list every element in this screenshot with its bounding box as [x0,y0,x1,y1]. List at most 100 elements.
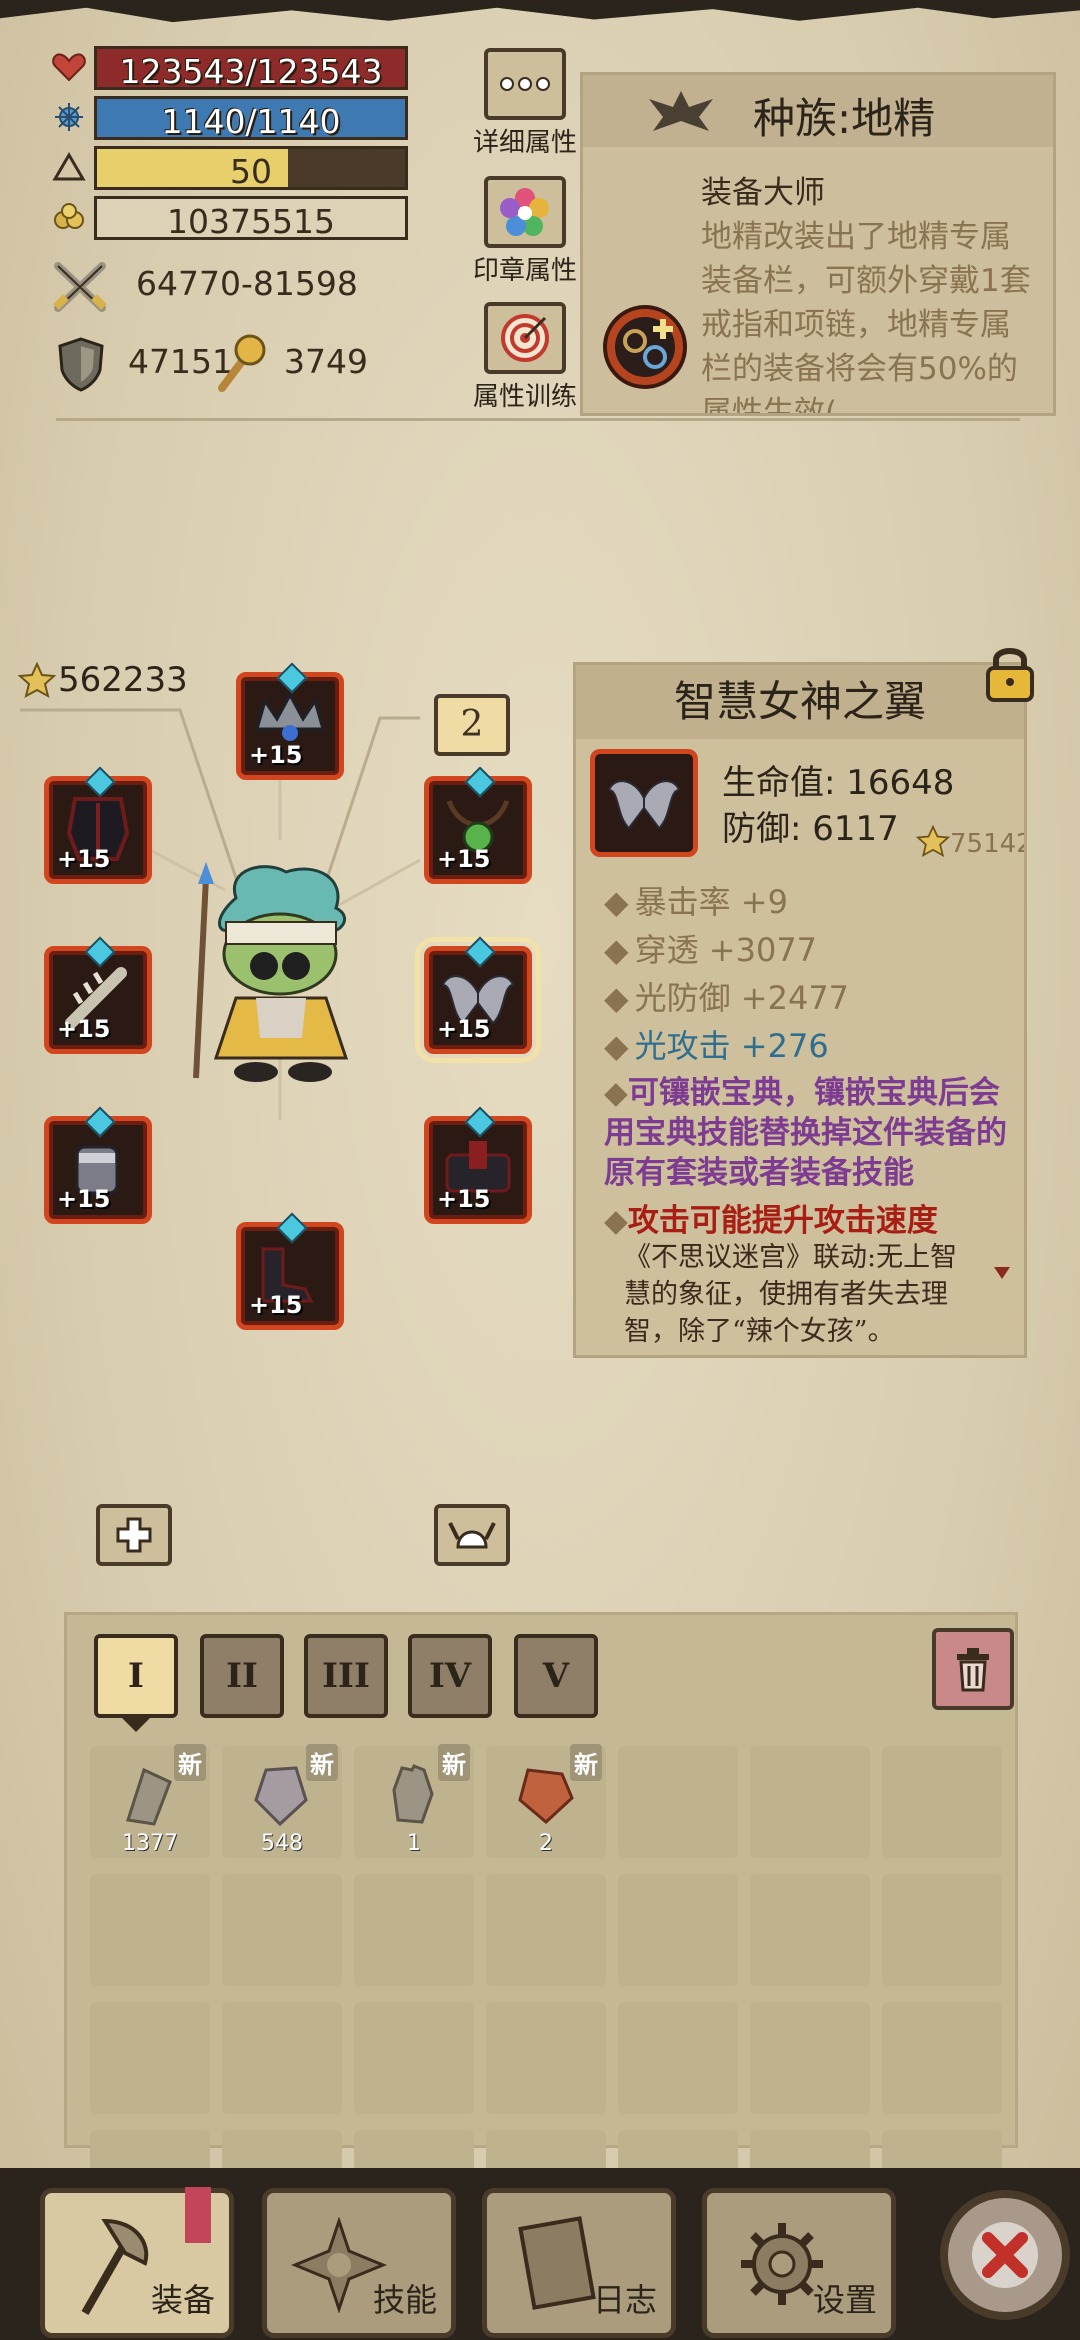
shield-icon [58,337,104,392]
gold-icon [54,203,84,229]
section-divider [56,418,1020,421]
belt-slot[interactable]: +15 [424,1106,532,1224]
mp-row: 1140/1140 [52,96,408,141]
inventory-tab-3[interactable]: III [304,1634,388,1718]
item-count: 1377 [122,1831,178,1856]
inventory-empty-cell[interactable] [750,2002,870,2114]
weapon-enhance-level: +15 [57,1015,111,1043]
boots-slot[interactable]: +15 [236,1212,344,1330]
armor-enhance-level: +15 [57,845,111,873]
cloak-slot-selected[interactable]: +15 [415,936,541,1063]
equipment-page-button[interactable]: 2 [434,694,510,756]
inventory-item-1[interactable]: 新 1377 [90,1744,210,1858]
inventory-tab-5[interactable]: V [514,1634,598,1718]
nav-log-button[interactable]: 日志 [482,2188,676,2338]
inventory-empty-cell[interactable] [222,1874,342,1986]
item-score: 75142 [950,829,1027,859]
detail-attributes-button[interactable]: 详细属性 [460,48,590,159]
gold-bar: 10375515 [94,196,408,241]
inventory-empty-cell[interactable] [90,2002,210,2114]
necklace-slot[interactable]: +15 [424,766,532,884]
hp-row: 123543/123543 [52,46,408,91]
hp-bar: 123543/123543 [94,46,408,91]
armor-slot[interactable]: +15 [44,766,152,884]
item-count: 2 [539,1831,553,1856]
inventory-tab-4[interactable]: IV [408,1634,492,1718]
attribute-training-label: 属性训练 [472,382,577,412]
seal-attributes-button[interactable]: 印章属性 [460,176,590,287]
viking-helmet-button[interactable] [434,1504,510,1566]
magic-value: 3749 [284,342,368,381]
item-score-star-icon [916,825,950,857]
nav-equip-button[interactable]: 装备 [40,2187,234,2338]
inventory-empty-cell[interactable] [618,2002,738,2114]
inventory-empty-cell[interactable] [486,1874,606,1986]
nav-equip-label: 装备 [150,2281,215,2319]
item-attribute-text: 暴击率 +9 [634,883,788,921]
item-icon-frame [590,749,698,857]
delete-button[interactable] [932,1628,1014,1710]
helmet-enhance-level: +15 [249,741,303,769]
more-dots-icon [500,77,550,91]
item-attribute: ◆ 光攻击 +276 [604,1021,829,1067]
bullet-icon: ◆ [604,1027,629,1065]
item-special-effect: ◆攻击可能提升攻击速度 [604,1203,938,1239]
item-attribute-text: 穿透 +3077 [634,931,818,969]
mana-icon [55,103,83,131]
crossed-swords-icon [53,262,107,312]
nav-skill-button[interactable]: 技能 [262,2188,456,2338]
item-info-panel: 智慧女神之翼 生命值: 16648 防御: 6117 75142 ◆ 暴击率 +9… [573,662,1027,1358]
inventory-item-2[interactable]: 新 548 [222,1744,342,1858]
inventory-empty-cell[interactable] [882,1746,1002,1858]
inventory-empty-cell[interactable] [354,2002,474,2114]
inventory-empty-cell[interactable] [618,1874,738,1986]
inventory-empty-cell[interactable] [618,1746,738,1858]
inventory-empty-cell[interactable] [750,1746,870,1858]
axe-icon [81,2218,149,2315]
game-screen: 123543/123543 1140/1140 50 10375515 6477… [0,0,1080,2340]
target-icon [501,314,549,362]
inventory-empty-cell[interactable] [882,1874,1002,1986]
add-equipment-button[interactable] [96,1504,172,1566]
bullet-icon: ◆ [604,883,629,921]
new-badge: 新 [174,1744,206,1781]
inventory-item-3[interactable]: 新 1 [354,1744,474,1858]
heart-icon [52,53,86,82]
seal-flower-icon [500,188,549,236]
weapon-slot[interactable]: +15 [44,936,152,1054]
inventory-item-4[interactable]: 新 2 [486,1744,606,1858]
inventory-tab-1[interactable]: I [94,1634,178,1718]
item-attribute: ◆ 穿透 +3077 [604,925,817,971]
nav-log-label: 日志 [592,2281,657,2319]
gold-value: 10375515 [167,202,335,241]
inventory-tab-2[interactable]: II [200,1634,284,1718]
gloves-slot[interactable]: +15 [44,1106,152,1224]
item-attribute: ◆ 光防御 +2477 [604,973,849,1019]
boots-enhance-level: +15 [249,1291,303,1319]
seal-attributes-label: 印章属性 [472,256,577,286]
belt-enhance-level: +15 [437,1185,491,1213]
close-button[interactable] [940,2190,1070,2320]
cross-plus-icon [116,1517,152,1553]
helmet-slot[interactable]: +15 [236,662,344,780]
scroll-down-arrow-icon[interactable] [992,1265,1012,1281]
inventory-empty-cell[interactable] [90,1874,210,1986]
gloves-enhance-level: +15 [57,1185,111,1213]
item-attribute: ◆ 暴击率 +9 [604,877,788,923]
nav-settings-button[interactable]: 设置 [702,2188,896,2338]
lock-icon[interactable] [982,644,1038,704]
item-defense: 防御: 6117 [722,809,899,849]
race-title-bar: 种族:地精 [583,75,1053,147]
inventory-empty-cell[interactable] [354,1874,474,1986]
inventory-empty-cell[interactable] [486,2002,606,2114]
inventory-empty-cell[interactable] [882,2002,1002,2114]
inventory-empty-cell[interactable] [750,1874,870,1986]
inventory-empty-cell[interactable] [222,2002,342,2114]
new-badge: 新 [306,1744,338,1781]
race-emblem-icon [649,91,713,131]
race-title: 种族:地精 [753,94,936,143]
new-badge: 新 [438,1744,470,1781]
close-x-icon [972,2222,1038,2288]
attribute-training-button[interactable]: 属性训练 [460,302,590,413]
mp-value: 1140/1140 [161,102,341,141]
